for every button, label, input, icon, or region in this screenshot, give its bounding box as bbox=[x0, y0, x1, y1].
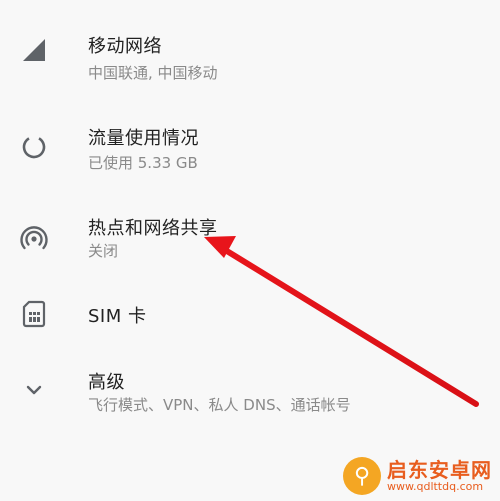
hotspot-tethering-summary: 关闭 bbox=[88, 242, 119, 260]
chevron-down-icon bbox=[16, 372, 52, 408]
advanced-item[interactable]: 高级 飞行模式、VPN、私人 DNS、通话帐号 bbox=[0, 352, 500, 422]
data-usage-title: 流量使用情况 bbox=[88, 128, 199, 149]
data-usage-item[interactable]: 流量使用情况 已使用 5.33 GB bbox=[0, 112, 500, 182]
mobile-network-summary: 中国联通, 中国移动 bbox=[88, 64, 218, 82]
signal-icon bbox=[16, 32, 52, 68]
site-watermark: ⚲ 启东安卓网 www.qdlttdq.com bbox=[343, 457, 492, 495]
network-settings-screen: 移动网络 中国联通, 中国移动 流量使用情况 已使用 5.33 GB 热点和网络… bbox=[0, 0, 500, 501]
data-usage-summary: 已使用 5.33 GB bbox=[88, 154, 198, 172]
sim-card-icon bbox=[16, 296, 52, 332]
advanced-summary: 飞行模式、VPN、私人 DNS、通话帐号 bbox=[88, 396, 351, 414]
mobile-network-title: 移动网络 bbox=[88, 36, 162, 57]
watermark-logo-icon: ⚲ bbox=[343, 457, 381, 495]
hotspot-tethering-title: 热点和网络共享 bbox=[88, 218, 218, 239]
hotspot-tethering-item[interactable]: 热点和网络共享 关闭 bbox=[0, 200, 500, 270]
sim-card-item[interactable]: SIM 卡 bbox=[0, 282, 500, 352]
watermark-name: 启东安卓网 bbox=[387, 457, 492, 482]
data-usage-icon bbox=[16, 129, 52, 165]
watermark-url: www.qdlttdq.com bbox=[387, 479, 484, 493]
sim-card-title: SIM 卡 bbox=[88, 306, 147, 327]
mobile-network-item[interactable]: 移动网络 中国联通, 中国移动 bbox=[0, 20, 500, 90]
advanced-title: 高级 bbox=[88, 372, 125, 393]
hotspot-icon bbox=[16, 220, 52, 256]
